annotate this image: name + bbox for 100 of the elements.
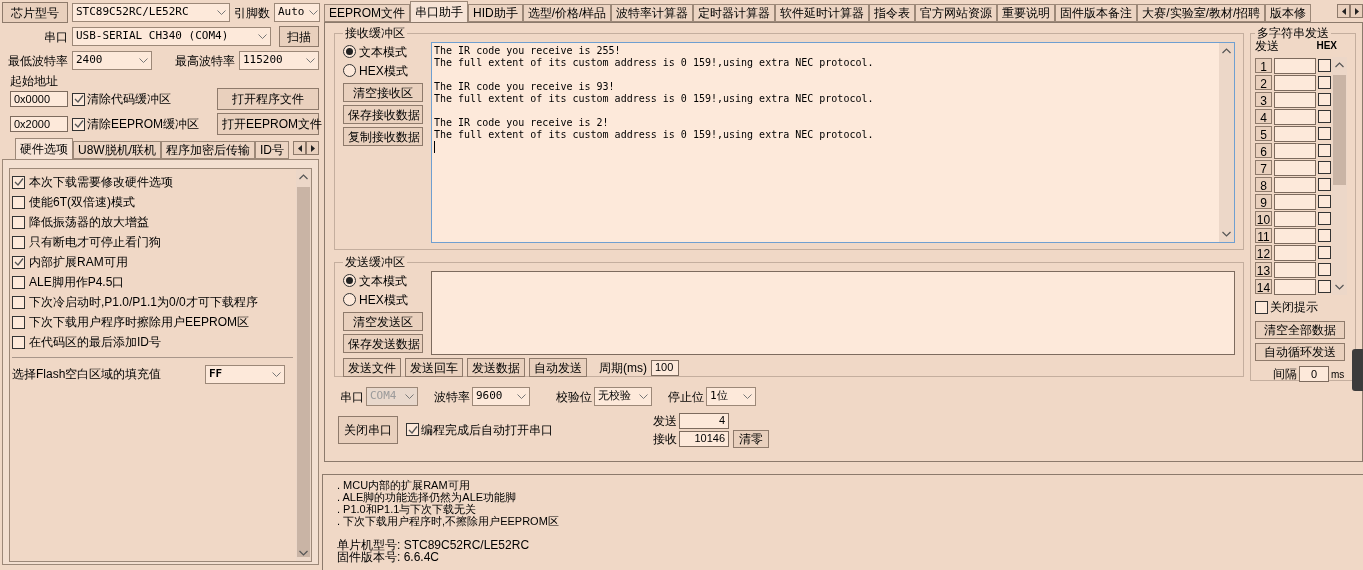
send-number-button[interactable]: 2 [1255,75,1272,90]
chip-type-button[interactable]: 芯片型号 [2,2,68,23]
dropdown[interactable]: 2400 [72,51,152,70]
input-field[interactable]: 0x0000 [10,91,68,107]
receive-buttons[interactable]: 清空接收区 [343,83,423,102]
input-field[interactable] [1274,193,1316,210]
dropdown[interactable]: FF [205,364,285,384]
tab[interactable]: 波特率计算器 [611,4,694,22]
receive-buttons[interactable]: 保存接收数据 [343,105,423,124]
tab[interactable]: 程序加密后传输 [161,141,255,159]
input-field[interactable]: 10146 [679,430,729,447]
tab[interactable]: 定时器计算器 [693,4,776,22]
scrollbar[interactable] [296,169,311,561]
radio-button[interactable] [343,293,356,306]
tab[interactable]: 官方网站资源 [915,4,998,22]
input-field[interactable]: 0x2000 [10,116,68,132]
send-action-button[interactable]: 发送数据 [467,358,525,377]
tab[interactable]: 版本修 [1265,4,1312,22]
checkbox[interactable] [12,175,25,189]
input-field[interactable] [1274,159,1316,176]
radio-button[interactable] [343,45,356,58]
close-port-button[interactable]: 关闭串口 [338,415,398,444]
send-number-button[interactable]: 10 [1255,211,1272,226]
dropdown[interactable]: 1位 [706,387,756,406]
scrollbar[interactable] [1332,57,1347,295]
scrollbar[interactable] [1219,43,1234,242]
send-number-button[interactable]: 4 [1255,109,1272,124]
checkbox[interactable] [12,315,25,329]
input-field[interactable]: 0 [1299,366,1329,382]
checkbox[interactable] [72,92,85,106]
send-number-button[interactable]: 5 [1255,126,1272,141]
input-field[interactable] [1274,176,1316,193]
checkbox[interactable] [1318,59,1331,72]
send-number-button[interactable]: 9 [1255,194,1272,209]
checkbox[interactable] [1318,280,1331,293]
send-text-area[interactable] [431,271,1235,355]
checkbox[interactable] [1318,76,1331,89]
checkbox[interactable] [1318,246,1331,259]
clear-counter-button[interactable]: 清零 [733,429,769,448]
input-field[interactable] [1274,244,1316,261]
scroll-down-icon[interactable] [1335,284,1344,290]
input-field[interactable]: 4 [679,412,729,429]
checkbox[interactable] [1318,161,1331,174]
checkbox[interactable] [1318,229,1331,242]
checkbox[interactable] [1318,93,1331,106]
tab[interactable]: EEPROM文件 [324,4,410,22]
send-number-button[interactable]: 13 [1255,262,1272,277]
dropdown[interactable]: USB-SERIAL CH340 (COM4) [72,27,271,46]
input-field[interactable] [1274,227,1316,244]
send-number-button[interactable]: 11 [1255,228,1272,243]
scan-button[interactable]: 扫描 [279,26,319,47]
send-number-button[interactable]: 8 [1255,177,1272,192]
input-field[interactable] [1274,210,1316,227]
scroll-up-icon[interactable] [1222,48,1231,54]
input-field[interactable] [1274,142,1316,159]
checkbox[interactable] [12,215,25,229]
scroll-up-icon[interactable] [1335,62,1344,68]
checkbox[interactable] [1318,110,1331,123]
tab[interactable]: 重要说明 [997,4,1056,22]
checkbox[interactable] [12,235,25,249]
tab[interactable]: 硬件选项 [15,138,73,159]
input-field[interactable] [1274,91,1316,108]
input-field[interactable] [1274,278,1316,295]
input-field[interactable] [1274,108,1316,125]
checkbox[interactable] [1318,263,1331,276]
tab-scroll-buttons[interactable] [293,141,319,155]
tab[interactable]: 软件延时计算器 [775,4,870,22]
tab[interactable]: 选型/价格/样品 [522,4,612,22]
send-number-button[interactable]: 3 [1255,92,1272,107]
dropdown[interactable]: 115200 [239,51,319,70]
checkbox[interactable] [1318,195,1331,208]
checkbox[interactable] [406,423,419,436]
checkbox[interactable] [1318,127,1331,140]
dropdown[interactable]: 9600 [472,387,530,406]
scroll-down-icon[interactable] [1222,231,1231,237]
tab[interactable]: 指令表 [869,4,916,22]
send-number-button[interactable]: 6 [1255,143,1272,158]
checkbox[interactable] [1318,178,1331,191]
tab-scroll-buttons[interactable] [1337,4,1363,18]
receive-buttons[interactable]: 复制接收数据 [343,127,423,146]
checkbox[interactable] [12,195,25,209]
send-buttons[interactable]: 清空发送区 [343,312,423,331]
send-buttons[interactable]: 保存发送数据 [343,334,423,353]
send-action-button[interactable]: 发送回车 [405,358,463,377]
input-field[interactable] [1274,57,1316,74]
multi-send-button[interactable]: 自动循环发送 [1255,343,1345,361]
tab[interactable]: 串口助手 [410,1,468,22]
checkbox[interactable] [12,335,25,349]
tab[interactable]: HID助手 [468,4,523,22]
multi-send-button[interactable]: 清空全部数据 [1255,321,1345,339]
dropdown[interactable]: Auto [274,3,320,22]
input-field[interactable]: 100 [651,359,679,376]
tab[interactable]: ID号 [255,141,289,159]
input-field[interactable] [1274,261,1316,278]
send-number-button[interactable]: 7 [1255,160,1272,175]
send-number-button[interactable]: 12 [1255,245,1272,260]
tab[interactable]: U8W脱机/联机 [73,141,161,159]
checkbox[interactable] [1318,212,1331,225]
send-action-button[interactable]: 自动发送 [529,358,587,377]
send-number-button[interactable]: 14 [1255,279,1272,294]
